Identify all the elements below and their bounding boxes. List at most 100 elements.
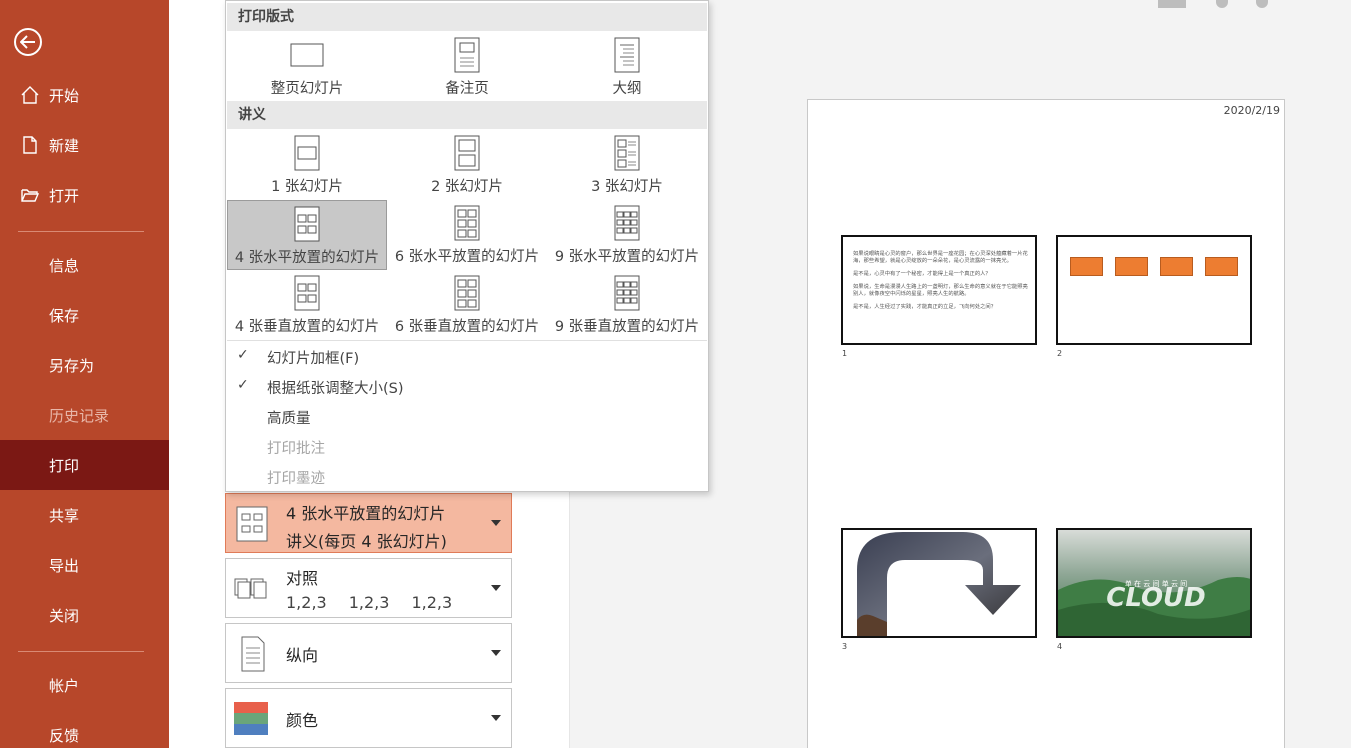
option-outline[interactable]: 大纲 [547, 33, 707, 103]
option-label: 6 张水平放置的幻灯片 [394, 249, 540, 265]
slide-thumbnail-1: 如果说眼睛是心灵的窗户，那么世界是一座花园；在心灵深处蕴藏着一片花海，那些希望，… [841, 235, 1037, 345]
option-label: 备注页 [445, 81, 489, 97]
checkmark-icon: ✓ [237, 377, 249, 393]
nav-feedback[interactable]: 反馈 [0, 710, 169, 748]
option-full-page-slides[interactable]: 整页幻灯片 [227, 33, 387, 103]
handout-9-vertical-icon [614, 275, 640, 311]
nav-info-label: 信息 [49, 256, 80, 275]
menu-separator [227, 340, 707, 341]
option-high-quality[interactable]: 高质量 [227, 402, 707, 432]
backstage-sidebar: 开始 新建 打开 信息 保存 另存为 历史记录 打印 共享 导出 关闭 帐户 反… [0, 0, 169, 748]
slide-thumbnail-3 [841, 528, 1037, 638]
slide-number: 4 [1057, 642, 1063, 651]
nav-share[interactable]: 共享 [0, 490, 169, 540]
slide1-text: 如果说眼睛是心灵的窗户，那么世界是一座花园；在心灵深处蕴藏着一片花海，那些希望，… [853, 251, 1029, 317]
option-print-ink: 打印墨迹 [227, 462, 707, 492]
color-setting-dropdown[interactable]: 颜色 [225, 688, 512, 748]
nav-share-label: 共享 [49, 506, 80, 525]
print-layout-dropdown-menu: 打印版式 整页幻灯片 备注页 大纲 讲义 1 张幻灯片 2 张幻灯片 3 张幻灯… [225, 0, 709, 492]
nav-home-label: 开始 [49, 86, 80, 105]
full-page-slide-icon [290, 43, 324, 67]
cloud-landscape-image: 单 在 云 间 单 云 间 CLOUD [1058, 530, 1250, 636]
option-handout-4-vertical[interactable]: 4 张垂直放置的幻灯片 [227, 270, 387, 340]
nav-save-as-label: 另存为 [49, 356, 95, 375]
orientation-setting-label: 纵向 [286, 646, 319, 665]
color-setting-label: 颜色 [286, 711, 319, 730]
back-arrow-icon[interactable] [14, 28, 42, 56]
option-frame-slides[interactable]: ✓ 幻灯片加框(F) [227, 342, 707, 372]
chevron-down-icon [491, 650, 501, 656]
nav-export[interactable]: 导出 [0, 540, 169, 590]
collate-seq-3: 1,2,3 [411, 593, 453, 612]
page-date: 2020/2/19 [1223, 104, 1280, 117]
option-scale-to-fit-paper[interactable]: ✓ 根据纸张调整大小(S) [227, 372, 707, 402]
nav-save-as[interactable]: 另存为 [0, 340, 169, 390]
nav-close-label: 关闭 [49, 606, 80, 625]
option-label: 高质量 [267, 411, 311, 427]
option-label: 打印批注 [267, 441, 325, 457]
option-handout-9-horizontal[interactable]: 9 张水平放置的幻灯片 [547, 200, 707, 270]
handout-3-slides-icon [614, 135, 640, 171]
nav-history: 历史记录 [0, 390, 169, 440]
nav-account[interactable]: 帐户 [0, 660, 169, 710]
nav-divider [18, 651, 144, 652]
collate-seq-2: 1,2,3 [348, 593, 390, 612]
option-label: 2 张幻灯片 [431, 179, 503, 195]
collate-sequence: 1,2,3 1,2,3 1,2,3 [286, 593, 452, 612]
nav-new[interactable]: 新建 [0, 120, 169, 170]
slide-number: 1 [842, 349, 848, 358]
nav-info[interactable]: 信息 [0, 240, 169, 290]
collate-seq-1: 1,2,3 [286, 593, 327, 612]
layout-setting-subtitle: 讲义(每页 4 张幻灯片) [286, 532, 447, 551]
nav-feedback-label: 反馈 [49, 726, 80, 745]
nav-save[interactable]: 保存 [0, 290, 169, 340]
nav-divider [18, 231, 144, 232]
handout-1-slide-icon [294, 135, 320, 171]
handout-9-horizontal-icon [614, 205, 640, 241]
option-label: 幻灯片加框(F) [267, 351, 360, 367]
color-swatch-icon [234, 702, 268, 735]
slide1-paragraph: 是不是，心灵中有了一个秘密，才能得上是一个真正的人？ [853, 271, 991, 277]
option-handout-3-slides[interactable]: 3 张幻灯片 [547, 131, 707, 201]
option-label: 3 张幻灯片 [591, 179, 663, 195]
handout-4-horizontal-icon [236, 506, 268, 542]
option-label: 打印墨迹 [267, 471, 325, 487]
collate-setting-dropdown[interactable]: 对照 1,2,3 1,2,3 1,2,3 [225, 558, 512, 618]
nav-close[interactable]: 关闭 [0, 590, 169, 640]
nav-new-label: 新建 [49, 136, 80, 155]
nav-history-label: 历史记录 [49, 406, 110, 425]
nav-save-label: 保存 [49, 306, 80, 325]
outline-icon [614, 37, 640, 73]
option-label: 9 张水平放置的幻灯片 [554, 249, 700, 265]
nav-open-label: 打开 [49, 186, 80, 205]
slide-thumbnail-2 [1056, 235, 1252, 345]
nav-print[interactable]: 打印 [0, 440, 169, 490]
collate-pages-icon [234, 578, 267, 599]
print-preview-page: 2020/2/19 如果说眼睛是心灵的窗户，那么世界是一座花园；在心灵深处蕴藏着… [807, 99, 1285, 748]
option-notes-pages[interactable]: 备注页 [387, 33, 547, 103]
collate-setting-title: 对照 [286, 569, 319, 588]
slide-number: 3 [842, 642, 848, 651]
nav-print-label: 打印 [49, 456, 80, 475]
chevron-down-icon [491, 520, 501, 526]
option-handout-1-slide[interactable]: 1 张幻灯片 [227, 131, 387, 201]
option-label: 4 张垂直放置的幻灯片 [234, 319, 380, 335]
folder-open-icon [21, 189, 40, 202]
option-handout-2-slides[interactable]: 2 张幻灯片 [387, 131, 547, 201]
orange-rectangle [1115, 257, 1148, 276]
orange-rectangle [1070, 257, 1103, 276]
option-print-comments: 打印批注 [227, 432, 707, 462]
curved-arrow-image [857, 532, 1021, 636]
option-handout-6-horizontal[interactable]: 6 张水平放置的幻灯片 [387, 200, 547, 270]
nav-open[interactable]: 打开 [0, 170, 169, 220]
option-label: 6 张垂直放置的幻灯片 [394, 319, 540, 335]
layout-setting-dropdown[interactable]: 4 张水平放置的幻灯片 讲义(每页 4 张幻灯片) [225, 493, 512, 553]
option-handout-6-vertical[interactable]: 6 张垂直放置的幻灯片 [387, 270, 547, 340]
option-handout-4-horizontal[interactable]: 4 张水平放置的幻灯片 [227, 200, 387, 270]
checkmark-icon: ✓ [237, 347, 249, 363]
option-handout-9-vertical[interactable]: 9 张垂直放置的幻灯片 [547, 270, 707, 340]
nav-home[interactable]: 开始 [0, 70, 169, 120]
handout-4-horizontal-icon [294, 206, 320, 242]
home-icon [21, 86, 39, 104]
orientation-setting-dropdown[interactable]: 纵向 [225, 623, 512, 683]
